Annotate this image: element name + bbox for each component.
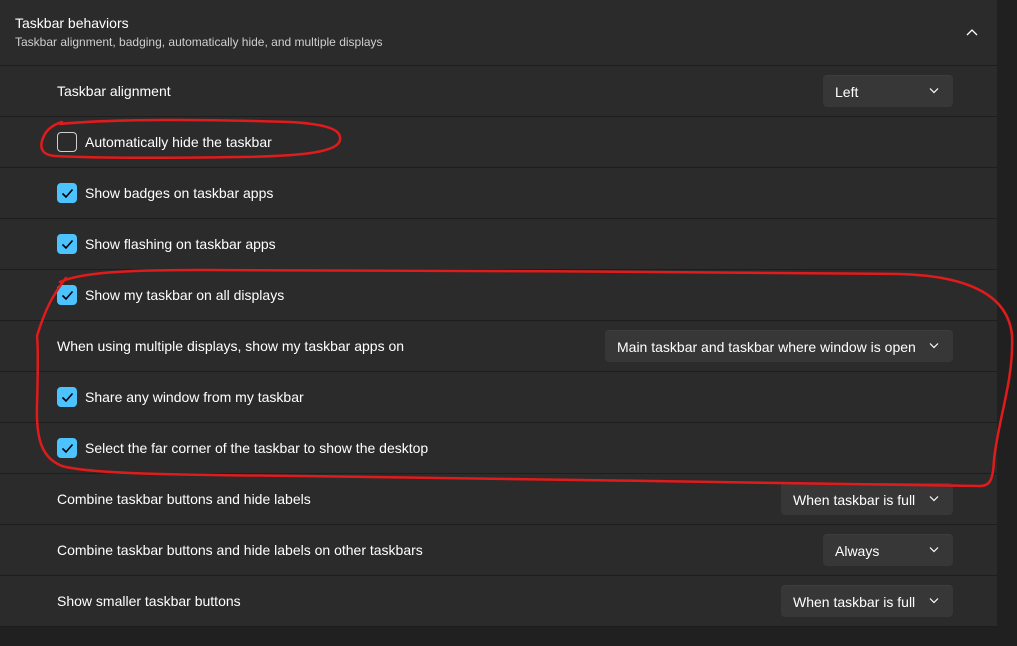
settings-page: Taskbar behaviors Taskbar alignment, bad… (0, 0, 1017, 646)
all-displays-row: Show my taskbar on all displays (0, 270, 997, 321)
auto-hide-row: Automatically hide the taskbar (0, 117, 997, 168)
badges-row: Show badges on taskbar apps (0, 168, 997, 219)
all-displays-label[interactable]: Show my taskbar on all displays (85, 287, 284, 303)
combine-other-dropdown[interactable]: Always (823, 534, 953, 566)
far-corner-row: Select the far corner of the taskbar to … (0, 423, 997, 474)
checkmark-icon (61, 443, 74, 454)
share-window-row: Share any window from my taskbar (0, 372, 997, 423)
multi-display-value: Main taskbar and taskbar where window is… (617, 338, 916, 355)
multi-display-dropdown[interactable]: Main taskbar and taskbar where window is… (605, 330, 953, 362)
chevron-down-icon (929, 88, 939, 94)
far-corner-checkbox[interactable] (57, 438, 77, 458)
combine-other-label: Combine taskbar buttons and hide labels … (57, 542, 423, 558)
far-corner-label[interactable]: Select the far corner of the taskbar to … (85, 440, 428, 456)
checkmark-icon (61, 290, 74, 301)
alignment-row: Taskbar alignment Left (0, 66, 997, 117)
chevron-down-icon (929, 496, 939, 502)
combine-label: Combine taskbar buttons and hide labels (57, 491, 311, 507)
chevron-down-icon (929, 343, 939, 349)
share-window-checkbox[interactable] (57, 387, 77, 407)
smaller-buttons-label: Show smaller taskbar buttons (57, 593, 241, 609)
combine-row: Combine taskbar buttons and hide labels … (0, 474, 997, 525)
section-subtitle: Taskbar alignment, badging, automaticall… (15, 35, 383, 49)
collapse-button[interactable] (955, 16, 989, 48)
flashing-label[interactable]: Show flashing on taskbar apps (85, 236, 276, 252)
auto-hide-checkbox[interactable] (57, 132, 77, 152)
combine-other-value: Always (835, 542, 880, 559)
multi-display-row: When using multiple displays, show my ta… (0, 321, 997, 372)
checkmark-icon (61, 392, 74, 403)
taskbar-behaviors-panel: Taskbar behaviors Taskbar alignment, bad… (0, 0, 997, 627)
flashing-checkbox[interactable] (57, 234, 77, 254)
smaller-buttons-value: When taskbar is full (793, 593, 916, 610)
smaller-buttons-row: Show smaller taskbar buttons When taskba… (0, 576, 997, 627)
alignment-dropdown[interactable]: Left (823, 75, 953, 107)
checkmark-icon (61, 188, 74, 199)
badges-checkbox[interactable] (57, 183, 77, 203)
share-window-label[interactable]: Share any window from my taskbar (85, 389, 304, 405)
auto-hide-label[interactable]: Automatically hide the taskbar (85, 134, 272, 150)
chevron-down-icon (929, 598, 939, 604)
chevron-down-icon (929, 547, 939, 553)
badges-label[interactable]: Show badges on taskbar apps (85, 185, 273, 201)
all-displays-checkbox[interactable] (57, 285, 77, 305)
section-title: Taskbar behaviors (15, 15, 129, 31)
chevron-up-icon (966, 29, 978, 36)
flashing-row: Show flashing on taskbar apps (0, 219, 997, 270)
combine-other-row: Combine taskbar buttons and hide labels … (0, 525, 997, 576)
multi-display-label: When using multiple displays, show my ta… (57, 338, 405, 354)
alignment-value: Left (835, 83, 859, 100)
combine-dropdown[interactable]: When taskbar is full (781, 483, 953, 515)
alignment-label: Taskbar alignment (57, 83, 171, 99)
smaller-buttons-dropdown[interactable]: When taskbar is full (781, 585, 953, 617)
combine-value: When taskbar is full (793, 491, 916, 508)
checkmark-icon (61, 239, 74, 250)
section-header[interactable]: Taskbar behaviors Taskbar alignment, bad… (0, 0, 997, 66)
